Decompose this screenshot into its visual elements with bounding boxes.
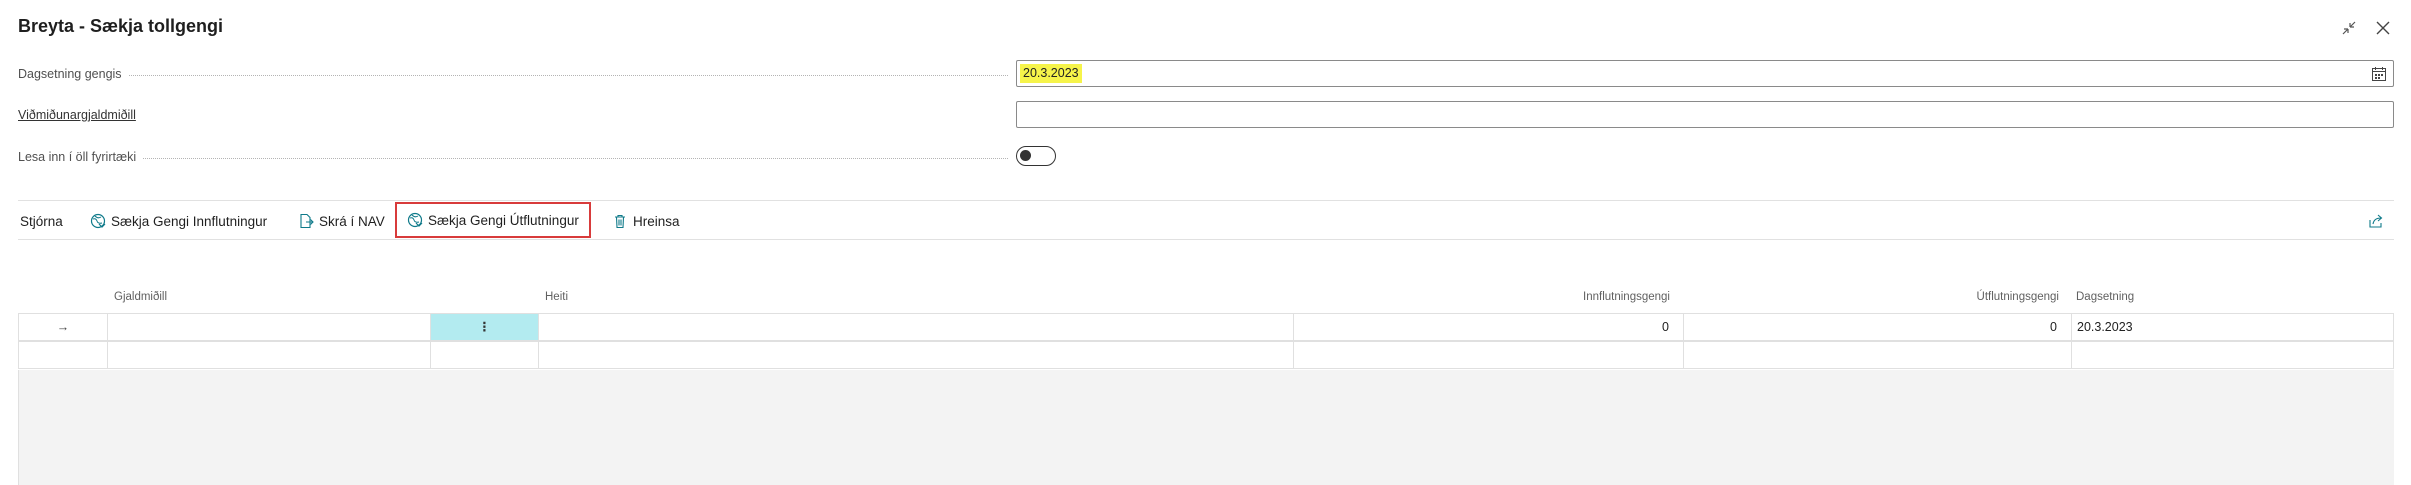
col-date-header[interactable]: Dagsetning xyxy=(2076,291,2134,303)
register-nav-label: Skrá í NAV xyxy=(319,213,385,229)
close-icon[interactable] xyxy=(2373,18,2393,38)
date-field-row: Dagsetning gengis 20.3.2023 xyxy=(18,60,2394,88)
all-companies-toggle[interactable] xyxy=(1016,146,1056,166)
table-row[interactable] xyxy=(18,341,2394,369)
trash-icon xyxy=(615,214,625,229)
date-label: Dagsetning gengis xyxy=(18,67,128,81)
share-icon[interactable] xyxy=(2368,213,2384,234)
manage-action[interactable]: Stjórna xyxy=(20,207,63,235)
import-rate-cell[interactable]: 0 xyxy=(1294,314,1684,340)
fetch-import-label: Sækja Gengi Innflutningur xyxy=(111,213,268,229)
label-leader xyxy=(18,158,1008,159)
manage-label: Stjórna xyxy=(20,213,63,229)
all-companies-label: Lesa inn í öll fyrirtæki xyxy=(18,150,143,164)
collapse-icon[interactable] xyxy=(2339,18,2359,38)
grid-empty-area xyxy=(18,370,2394,485)
all-companies-field-row: Lesa inn í öll fyrirtæki xyxy=(18,143,2394,171)
row-indicator xyxy=(19,342,108,368)
action-bar: Stjórna Sækja Gengi Innflutningur Skrá í… xyxy=(18,200,2394,240)
col-export-rate-header[interactable]: Útflutningsgengi xyxy=(1977,291,2059,303)
toggle-knob xyxy=(1020,150,1031,161)
fetch-export-button[interactable]: Sækja Gengi Útflutningur xyxy=(395,202,591,238)
fetch-import-button[interactable]: Sækja Gengi Innflutningur xyxy=(90,207,267,235)
dialog-title: Breyta - Sækja tollgengi xyxy=(18,16,224,36)
calendar-icon[interactable] xyxy=(2371,66,2387,82)
row-menu-button[interactable] xyxy=(431,342,539,368)
export-rate-cell[interactable] xyxy=(1684,342,2072,368)
name-cell[interactable] xyxy=(539,314,1294,340)
row-menu-button[interactable]: ⋮ xyxy=(431,314,539,340)
ref-currency-field-row: Viðmiðunargjaldmiðill xyxy=(18,101,2394,129)
ref-currency-input[interactable] xyxy=(1016,101,2394,128)
col-import-rate-header[interactable]: Innflutningsgengi xyxy=(1583,291,1670,303)
date-value: 20.3.2023 xyxy=(1020,64,1082,83)
export-rate-cell[interactable]: 0 xyxy=(1684,314,2072,340)
window-controls xyxy=(2339,18,2393,38)
date-cell[interactable]: 20.3.2023 xyxy=(2072,314,2393,340)
table-row[interactable]: → ⋮ 0 0 20.3.2023 xyxy=(18,313,2394,341)
fetch-export-label: Sækja Gengi Útflutningur xyxy=(428,212,579,228)
ref-currency-label[interactable]: Viðmiðunargjaldmiðill xyxy=(18,108,142,122)
currency-cell[interactable] xyxy=(108,314,431,340)
date-input[interactable]: 20.3.2023 xyxy=(1016,60,2394,87)
fetch-rates-icon xyxy=(90,213,106,229)
clear-button[interactable]: Hreinsa xyxy=(612,207,680,235)
label-leader xyxy=(18,75,1008,76)
import-rate-cell[interactable] xyxy=(1294,342,1684,368)
currency-cell[interactable] xyxy=(108,342,431,368)
name-cell[interactable] xyxy=(539,342,1294,368)
clear-label: Hreinsa xyxy=(633,213,680,229)
fetch-rates-icon xyxy=(407,212,423,228)
grid-header: Gjaldmiðill Heiti Innflutningsgengi Útfl… xyxy=(18,285,2394,313)
col-currency-header[interactable]: Gjaldmiðill xyxy=(114,291,167,303)
date-cell[interactable] xyxy=(2072,342,2393,368)
row-indicator: → xyxy=(19,314,108,340)
col-name-header[interactable]: Heiti xyxy=(545,291,568,303)
document-arrow-icon xyxy=(300,213,314,229)
register-nav-button[interactable]: Skrá í NAV xyxy=(298,207,385,235)
